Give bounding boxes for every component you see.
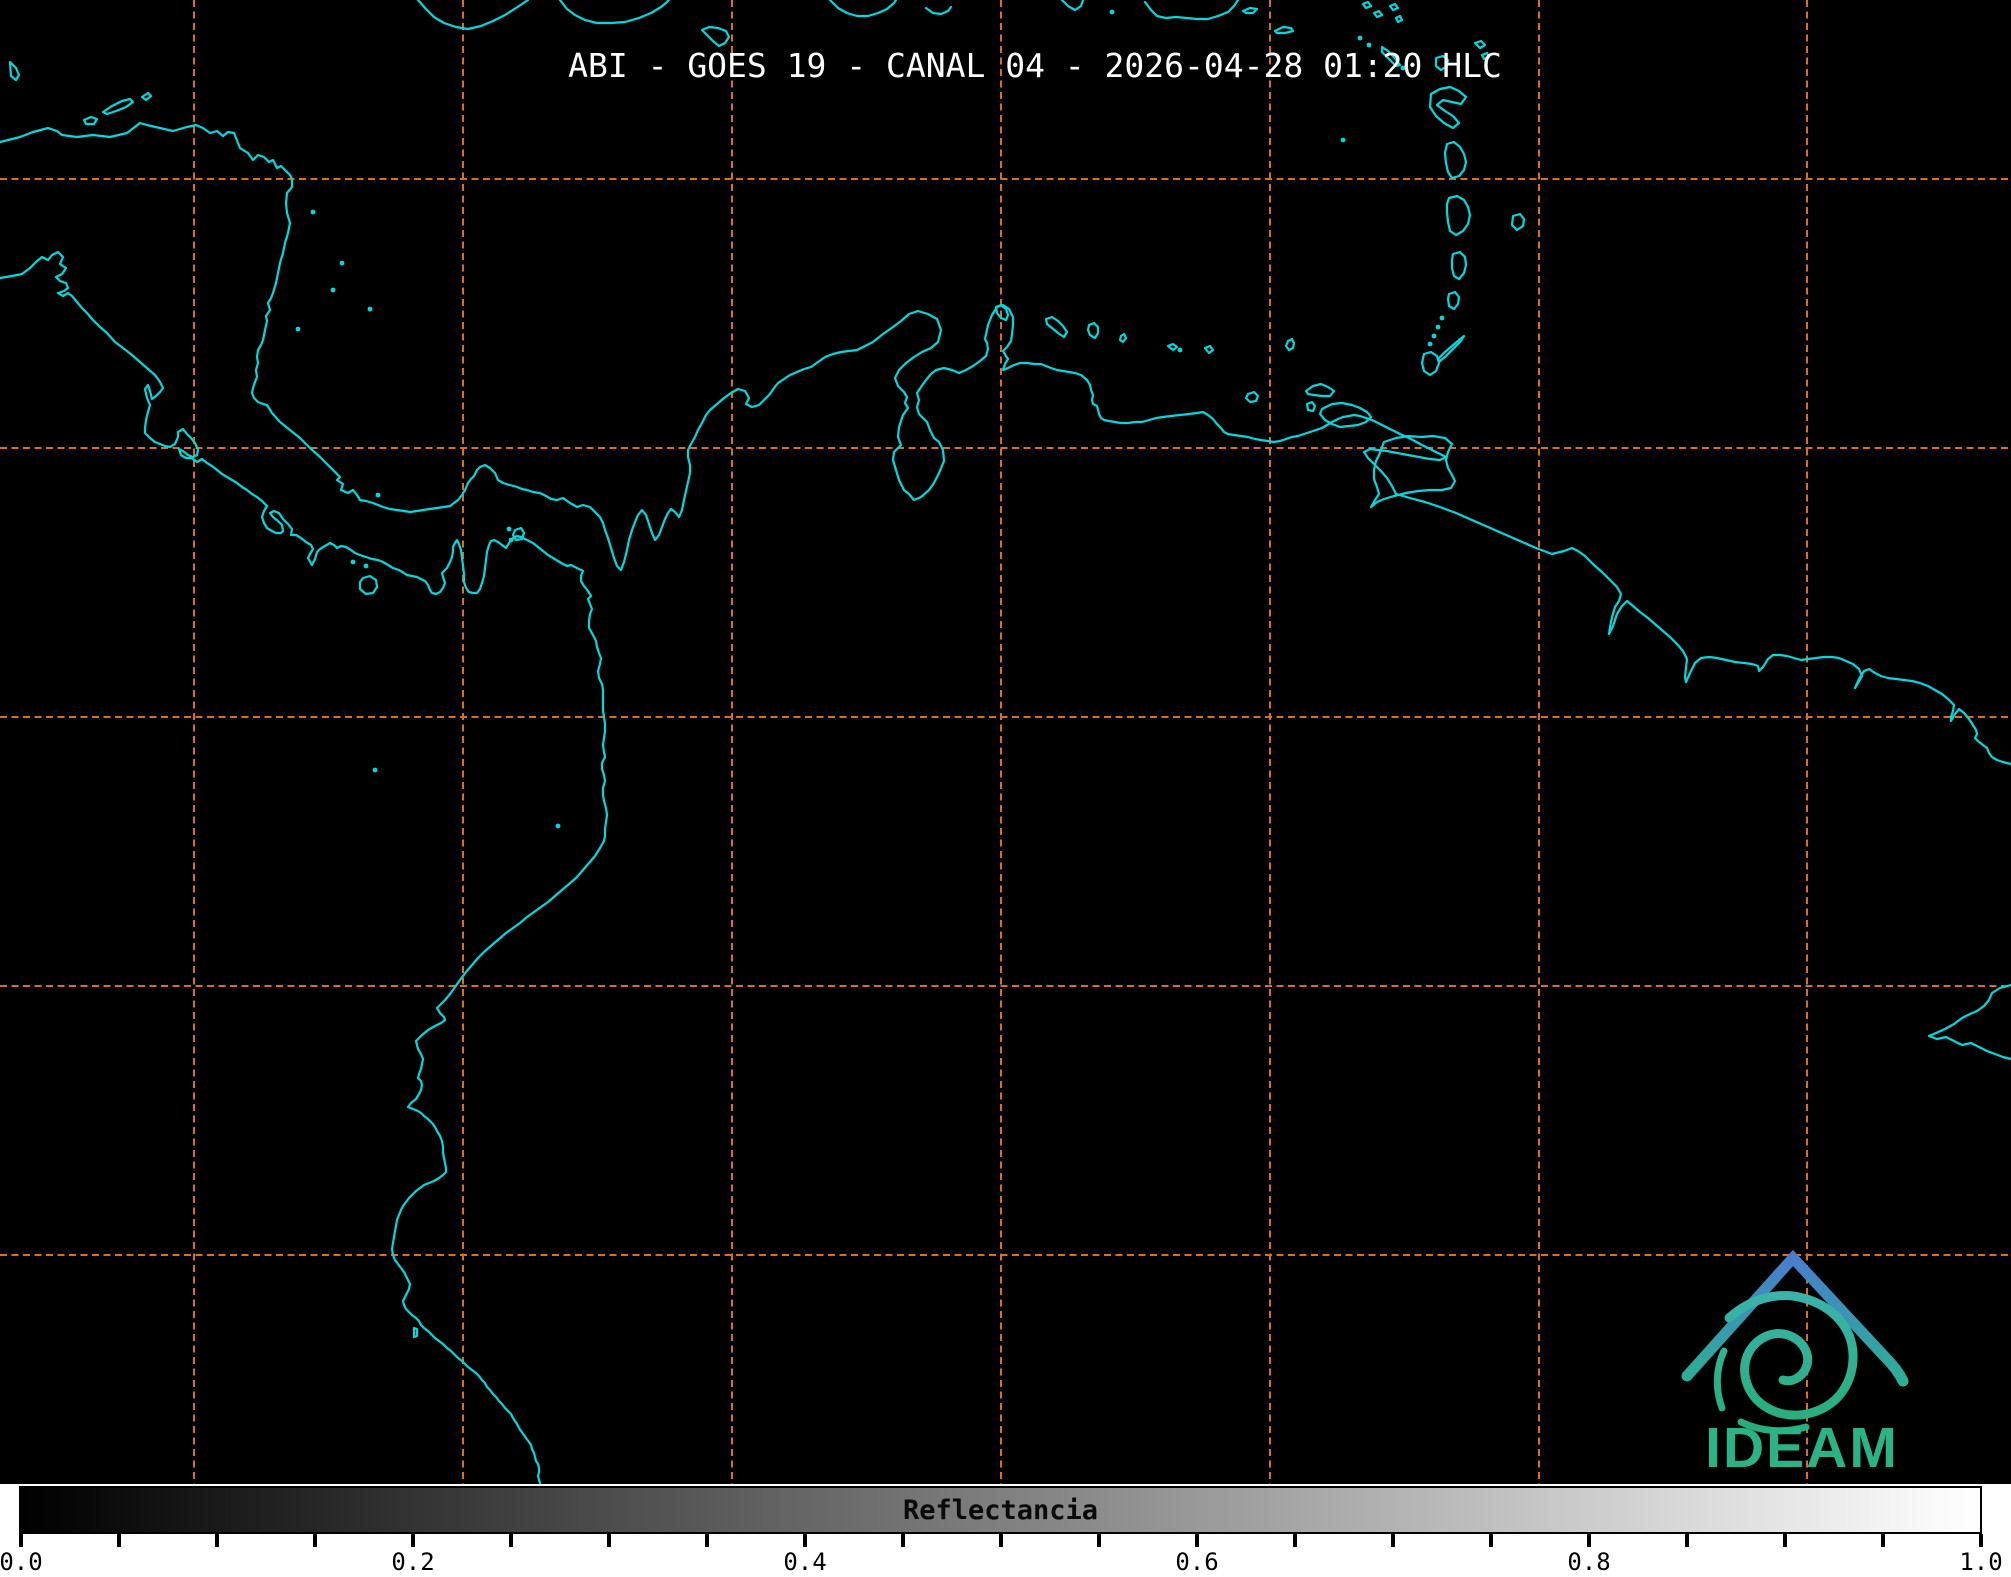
colorbar-tick bbox=[1587, 1534, 1591, 1547]
coastline-path bbox=[416, 0, 530, 31]
coastline-path bbox=[358, 574, 379, 596]
colorbar-tick bbox=[1685, 1534, 1689, 1547]
colorbar-tick-label: 0.8 bbox=[1567, 1548, 1611, 1576]
coastline-path bbox=[1436, 334, 1466, 363]
colorbar-tick bbox=[1195, 1534, 1199, 1547]
island-dots bbox=[295, 9, 1445, 829]
coastline-path bbox=[1428, 85, 1468, 130]
coastline-path bbox=[1420, 350, 1441, 377]
islet-dot bbox=[1431, 333, 1437, 339]
coastline-path bbox=[924, 5, 953, 16]
colorbar-tick-label: 1.0 bbox=[1959, 1548, 2003, 1576]
logo-text: IDEAM bbox=[1705, 1416, 1899, 1480]
coastline-path bbox=[1166, 342, 1179, 352]
colorbar-tick bbox=[215, 1534, 219, 1547]
coastline-path bbox=[1304, 382, 1336, 398]
colorbar-tick bbox=[1391, 1534, 1395, 1547]
coastline-path bbox=[1369, 434, 1457, 509]
coastline-path bbox=[1044, 315, 1069, 339]
satellite-map-canvas: IDEAM ABI - GOES 19 - CANAL 04 - 2026-04… bbox=[0, 0, 2011, 1484]
colorbar-tick bbox=[901, 1534, 905, 1547]
colorbar-tick-label: 0.4 bbox=[783, 1548, 827, 1576]
coastline-path bbox=[828, 0, 898, 18]
colorbar-tick bbox=[803, 1534, 807, 1547]
colorbar-tick-label: 0.0 bbox=[0, 1548, 43, 1576]
coastline-path bbox=[1510, 212, 1526, 232]
coastline-path bbox=[140, 91, 153, 102]
islet-dot bbox=[363, 563, 369, 569]
coastline-path bbox=[1118, 332, 1128, 344]
goes-satellite-product: { "title": "ABI - GOES 19 - CANAL 04 - 2… bbox=[0, 0, 2011, 1577]
islet-dot bbox=[330, 287, 336, 293]
islet-dot bbox=[367, 306, 373, 312]
coastline-path bbox=[558, 0, 671, 25]
coastline-path bbox=[412, 1326, 419, 1339]
islet-dot bbox=[372, 767, 378, 773]
coastline-path bbox=[1388, 2, 1400, 12]
coastline-path bbox=[1086, 321, 1100, 340]
coastline-path bbox=[1443, 140, 1468, 180]
colorbar-tick bbox=[1783, 1534, 1787, 1547]
coastline-path bbox=[1446, 290, 1461, 311]
colorbar-tick-label: 0.6 bbox=[1175, 1548, 1219, 1576]
coastline-path bbox=[1143, 0, 1240, 21]
coastline-path bbox=[1060, 0, 1085, 12]
colorbar-tick bbox=[1881, 1534, 1885, 1547]
coastline-path bbox=[0, 121, 2011, 766]
coastlines bbox=[0, 0, 2011, 1484]
islet-dot bbox=[1109, 9, 1115, 15]
colorbar-tick bbox=[509, 1534, 513, 1547]
islet-dot bbox=[508, 537, 514, 543]
islet-dot bbox=[310, 209, 316, 215]
coastline-path bbox=[1372, 9, 1384, 19]
colorbar-tick bbox=[607, 1534, 611, 1547]
logo-swirl-tail-icon bbox=[1713, 1347, 1728, 1412]
islet-dot bbox=[1439, 315, 1445, 321]
colorbar-tick bbox=[117, 1534, 121, 1547]
islet-dot bbox=[375, 492, 381, 498]
islet-dot bbox=[555, 823, 561, 829]
colorbar-tick bbox=[1489, 1534, 1493, 1547]
colorbar-tick bbox=[1097, 1534, 1101, 1547]
colorbar-tick bbox=[19, 1534, 23, 1547]
colorbar-tick bbox=[999, 1534, 1003, 1547]
coastline-path bbox=[82, 115, 99, 126]
coastline-path bbox=[1203, 344, 1215, 355]
islet-dot bbox=[1340, 137, 1346, 143]
islet-dot bbox=[350, 559, 356, 565]
islet-dot bbox=[1427, 341, 1433, 347]
coastline-path bbox=[1394, 14, 1404, 24]
islet-dot bbox=[1435, 324, 1441, 330]
islet-dot bbox=[1177, 347, 1183, 353]
coastline-path bbox=[1450, 250, 1468, 281]
coastline-path bbox=[101, 97, 135, 116]
coastline-path bbox=[700, 25, 731, 48]
coastline-path bbox=[1273, 25, 1295, 35]
colorbar-label-text: Reflectancia bbox=[902, 1494, 1099, 1526]
colorbar-tick-label: 0.2 bbox=[391, 1548, 435, 1576]
colorbar-tick bbox=[313, 1534, 317, 1547]
coastline-path bbox=[1361, 0, 1373, 10]
coastline-path bbox=[1445, 194, 1472, 237]
coastline-path bbox=[1244, 390, 1260, 404]
coastline-path bbox=[511, 526, 526, 542]
colorbar-tick bbox=[1293, 1534, 1297, 1547]
ideam-logo: IDEAM bbox=[1681, 1249, 1909, 1480]
coastline-path bbox=[0, 250, 609, 1484]
colorbar-tick bbox=[411, 1534, 415, 1547]
coastline-path bbox=[1284, 337, 1296, 352]
colorbar-tick bbox=[705, 1534, 709, 1547]
product-title: ABI - GOES 19 - CANAL 04 - 2026-04-28 01… bbox=[568, 46, 1502, 85]
graticule-grid bbox=[0, 0, 2011, 1484]
islet-dot bbox=[506, 526, 512, 532]
coastline-path bbox=[1305, 400, 1317, 413]
islet-dot bbox=[339, 260, 345, 266]
islet-dot bbox=[1357, 35, 1363, 41]
coastline-path bbox=[1241, 6, 1259, 15]
colorbar-tick bbox=[1979, 1534, 1983, 1547]
islet-dot bbox=[295, 326, 301, 332]
map-svg: IDEAM bbox=[0, 0, 2011, 1484]
coastline-path bbox=[1927, 983, 2011, 1061]
colorbar-label: Reflectancia bbox=[19, 1486, 1982, 1534]
